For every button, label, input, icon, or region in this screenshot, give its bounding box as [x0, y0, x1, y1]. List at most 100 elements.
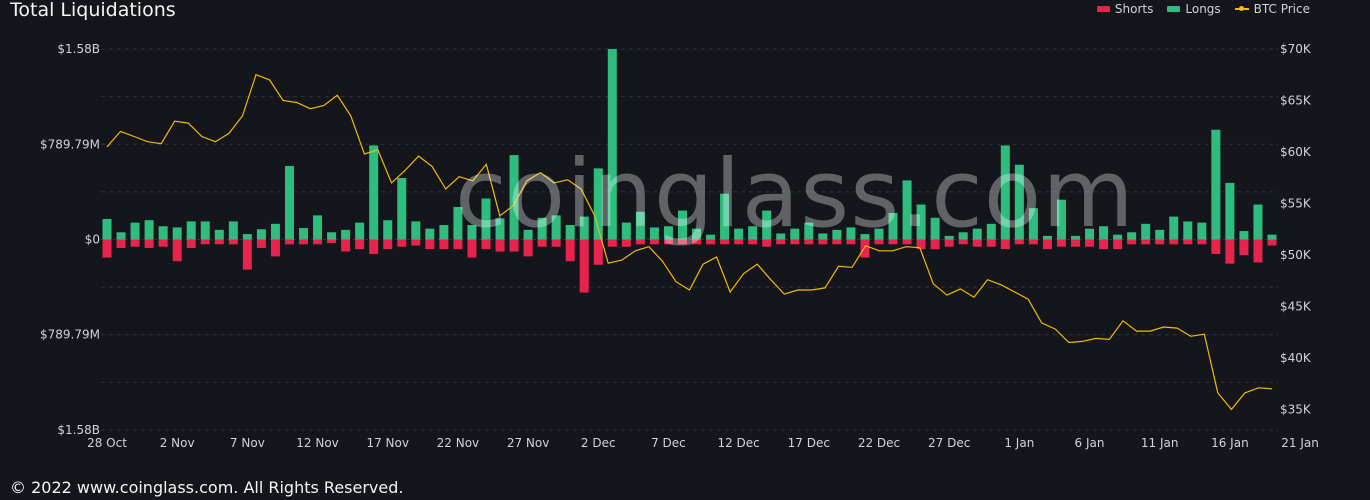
x-axis-tick-label: 17 Nov	[366, 436, 409, 450]
longs-bar	[986, 223, 996, 240]
shorts-bar	[1042, 239, 1052, 250]
shorts-bar	[972, 239, 982, 247]
longs-bar	[1099, 226, 1109, 240]
longs-bar	[256, 229, 266, 240]
x-axis-tick-label: 12 Dec	[717, 436, 759, 450]
longs-bar	[846, 227, 856, 240]
x-axis-tick-label: 28 Oct	[87, 436, 127, 450]
btc-price-line	[106, 73, 1273, 411]
shorts-bar	[593, 239, 603, 265]
shorts-bar	[1141, 239, 1151, 245]
shorts-bar	[1211, 239, 1221, 254]
longs-bar	[1253, 204, 1263, 240]
shorts-bar	[172, 239, 182, 262]
shorts-bar	[1127, 239, 1137, 245]
x-axis-tick-label: 7 Nov	[230, 436, 265, 450]
shorts-bar	[1000, 239, 1010, 250]
shorts-bar	[677, 239, 687, 245]
shorts-bar	[481, 239, 491, 250]
shorts-bar	[804, 239, 814, 245]
shorts-bar	[1169, 239, 1179, 245]
right-axis-tick-label: $50K	[1280, 248, 1312, 262]
right-axis-tick-label: $60K	[1280, 145, 1312, 159]
shorts-bar	[888, 239, 898, 245]
shorts-bar	[214, 239, 224, 245]
longs-bar	[537, 217, 547, 240]
longs-bar	[888, 212, 898, 240]
shorts-bar	[200, 239, 210, 245]
shorts-bar	[579, 239, 589, 293]
longs-bar	[313, 215, 323, 240]
x-axis-tick-label: 11 Jan	[1141, 436, 1179, 450]
right-axis-tick-label: $65K	[1280, 93, 1312, 107]
x-axis-tick-label: 17 Dec	[788, 436, 830, 450]
x-axis-tick-label: 16 Jan	[1211, 436, 1249, 450]
shorts-bar	[1028, 239, 1038, 245]
x-axis-tick-label: 1 Jan	[1004, 436, 1034, 450]
shorts-bar	[1225, 239, 1235, 264]
left-axis-tick-label: $789.79M	[40, 137, 100, 151]
longs-bar	[706, 234, 716, 240]
right-axis-tick-label: $35K	[1280, 402, 1312, 416]
shorts-bar	[537, 239, 547, 247]
footer-copyright: © 2022 www.coinglass.com. All Rights Res…	[10, 478, 404, 497]
shorts-bar	[425, 239, 435, 250]
longs-bar	[692, 228, 702, 240]
x-axis-tick-label: 6 Jan	[1075, 436, 1105, 450]
shorts-bar	[509, 239, 519, 252]
longs-bar	[228, 221, 238, 240]
longs-bar	[1070, 235, 1080, 240]
longs-bar	[1183, 221, 1193, 240]
longs-bar	[102, 219, 112, 240]
left-axis-tick-label: $789.79M	[40, 328, 100, 342]
shorts-bar	[341, 239, 351, 252]
shorts-bar	[1014, 239, 1024, 245]
shorts-bar	[720, 239, 730, 245]
longs-bar	[635, 211, 645, 240]
right-axis-tick-label: $70K	[1280, 42, 1312, 56]
longs-bar	[748, 226, 758, 240]
shorts-bar	[846, 239, 856, 245]
longs-bar	[214, 229, 224, 240]
shorts-bar	[663, 239, 673, 245]
shorts-bar	[635, 239, 645, 245]
longs-bar	[481, 198, 491, 240]
longs-bar	[1141, 223, 1151, 240]
longs-bar	[186, 221, 196, 240]
longs-bar	[1197, 222, 1207, 240]
shorts-bar	[1056, 239, 1066, 247]
longs-bar	[341, 229, 351, 240]
shorts-bar	[790, 239, 800, 245]
longs-bar	[158, 226, 168, 240]
shorts-bar	[1070, 239, 1080, 247]
shorts-bar	[1099, 239, 1109, 250]
shorts-bars	[102, 239, 1277, 293]
shorts-bar	[1239, 239, 1249, 256]
shorts-bar	[832, 239, 842, 245]
longs-bar	[1000, 145, 1010, 240]
longs-bar	[944, 235, 954, 240]
shorts-bar	[495, 239, 505, 252]
shorts-bar	[958, 239, 968, 245]
shorts-bar	[930, 239, 940, 250]
longs-bar	[1211, 129, 1221, 240]
longs-bar	[720, 193, 730, 240]
longs-bar	[411, 221, 421, 240]
shorts-bar	[818, 239, 828, 245]
right-axis: $70K $65K $60K $55K $50K $45K $40K $35K	[1280, 42, 1312, 416]
shorts-bar	[369, 239, 379, 254]
shorts-bar	[256, 239, 266, 248]
longs-bar	[621, 222, 631, 240]
shorts-bar	[944, 239, 954, 247]
shorts-bar	[902, 239, 912, 245]
longs-bar	[1169, 216, 1179, 240]
longs-bar	[1239, 231, 1249, 240]
longs-bar	[144, 220, 154, 240]
longs-bar	[607, 49, 617, 240]
shorts-bar	[102, 239, 112, 258]
shorts-bar	[242, 239, 252, 270]
longs-bar	[1113, 234, 1123, 240]
x-axis-tick-label: 7 Dec	[651, 436, 686, 450]
shorts-bar	[860, 239, 870, 258]
longs-bar	[172, 227, 182, 240]
